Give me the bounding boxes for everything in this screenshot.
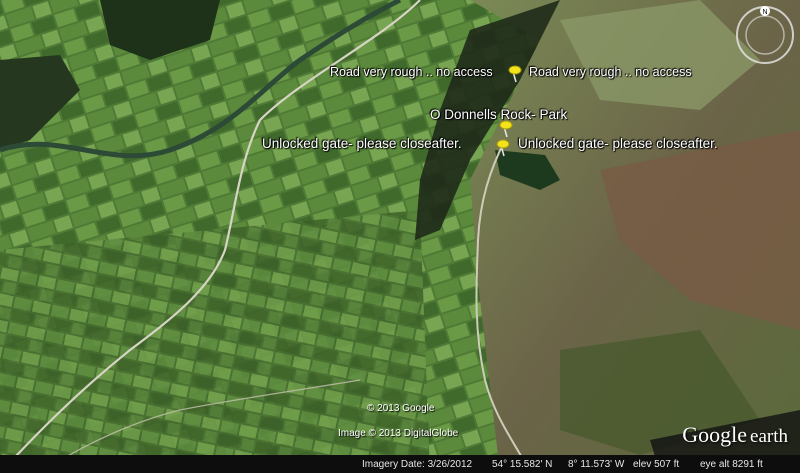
placemark-label-park[interactable]: O Donnells Rock- Park <box>430 107 567 122</box>
logo-google: Google <box>682 422 748 447</box>
elevation-readout: elev 507 ft <box>633 458 680 470</box>
longitude-readout: 8° 11.573' W <box>568 458 625 470</box>
compass-north-label: N <box>762 9 767 16</box>
placemark-label-road-left[interactable]: Road very rough .. no access <box>330 65 493 79</box>
google-copyright: © 2013 Google <box>367 403 435 414</box>
eye-altitude-readout: eye alt 8291 ft <box>700 458 763 470</box>
latitude-readout: 54° 15.582' N <box>492 458 553 470</box>
compass-icon[interactable]: N <box>734 4 796 66</box>
google-earth-logo: Google earth <box>682 422 788 448</box>
placemark-label-road-right[interactable]: Road very rough .. no access <box>529 65 692 79</box>
digitalglobe-copyright: Image © 2013 DigitalGlobe <box>338 428 459 439</box>
logo-earth: earth <box>750 426 788 447</box>
placemark-label-gate-left[interactable]: Unlocked gate- please closeafter. <box>262 136 462 151</box>
imagery-date: Imagery Date: 3/26/2012 <box>362 458 473 470</box>
status-bar: Imagery Date: 3/26/2012 54° 15.582' N 8°… <box>0 455 800 473</box>
placemark-label-gate-right[interactable]: Unlocked gate- please closeafter. <box>518 136 718 151</box>
